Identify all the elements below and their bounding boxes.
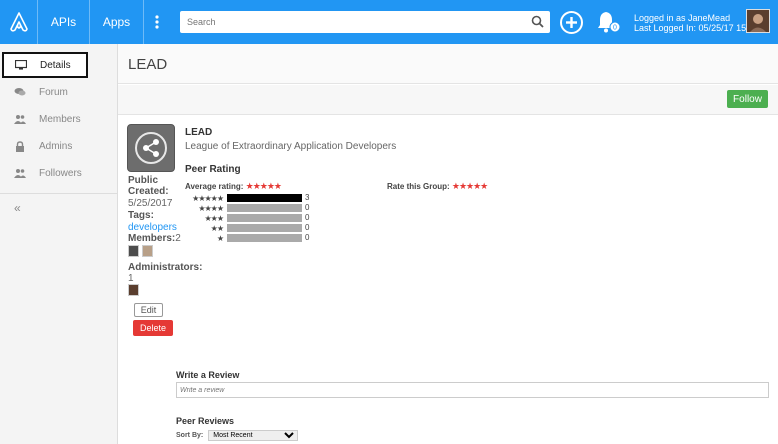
rate-group: Rate this Group: ★★★★★ <box>387 181 488 192</box>
page-header: LEAD <box>118 44 778 84</box>
rating-stars: ★ <box>216 233 224 243</box>
rating-count: 0 <box>305 233 310 242</box>
rating-count: 0 <box>305 203 310 212</box>
members-label: Members:2 <box>128 233 181 244</box>
rating-bar-fill <box>227 194 302 202</box>
last-logged-text: Last Logged In: 05/25/17 15:16 <box>634 23 759 33</box>
peer-reviews-title: Peer Reviews <box>176 416 235 426</box>
average-rating-stars: ★★★★★ <box>245 181 282 191</box>
sidebar-item-members[interactable]: Members <box>0 106 118 132</box>
average-rating: Average rating: ★★★★★ <box>185 181 282 192</box>
rate-group-label: Rate this Group: <box>387 182 450 191</box>
tag-link[interactable]: developers <box>128 222 177 233</box>
nav-apps[interactable]: Apps <box>90 0 144 44</box>
action-bar: Follow <box>118 85 778 115</box>
rating-bar <box>227 204 302 212</box>
bell-icon[interactable]: 0 <box>596 10 622 37</box>
visibility-label: Public <box>128 175 159 186</box>
sidebar-item-label: Admins <box>39 140 73 152</box>
monitor-icon <box>15 60 27 70</box>
average-rating-label: Average rating: <box>185 182 244 191</box>
avatar[interactable] <box>142 245 153 257</box>
member-avatars <box>128 245 156 260</box>
rating-count: 0 <box>305 213 310 222</box>
rate-group-stars[interactable]: ★★★★★ <box>452 181 488 191</box>
nav-apis[interactable]: APIs <box>38 0 90 44</box>
rating-stars: ★★★★ <box>198 203 224 213</box>
created-label: Created: <box>128 186 169 197</box>
tags-label: Tags: <box>128 210 154 221</box>
rating-row-4: ★★★★ 0 <box>185 203 309 213</box>
group-share-icon <box>127 124 175 172</box>
sidebar-item-label: Details <box>40 59 71 71</box>
follow-button[interactable]: Follow <box>727 90 768 108</box>
rating-stars: ★★★ <box>204 213 224 223</box>
peer-rating-title: Peer Rating <box>185 164 241 175</box>
sidebar-item-followers[interactable]: Followers <box>0 160 118 186</box>
rating-row-2: ★★ 0 <box>185 223 310 233</box>
search-box <box>180 11 550 33</box>
sidebar-item-label: Followers <box>39 167 82 179</box>
users-icon <box>14 168 26 178</box>
notification-count: 0 <box>613 25 617 32</box>
sidebar-item-forum[interactable]: Forum <box>0 79 118 105</box>
created-value: 5/25/2017 <box>128 198 173 209</box>
search-input[interactable] <box>180 11 520 33</box>
group-full-name: League of Extraordinary Application Deve… <box>185 141 397 152</box>
page-title: LEAD <box>128 56 168 73</box>
lock-icon <box>14 140 26 152</box>
rating-count: 3 <box>305 193 310 202</box>
avatar[interactable] <box>746 9 770 33</box>
rating-row-5: ★★★★★ 3 <box>185 193 309 203</box>
users-icon <box>14 114 26 124</box>
sidebar: Details Forum Members Admins Followers « <box>0 44 118 444</box>
rating-stars: ★★★★★ <box>192 193 224 203</box>
sidebar-item-label: Members <box>39 113 81 125</box>
write-review-label: Write a Review <box>176 370 240 380</box>
top-navbar: APIs Apps 0 Logged in as JaneMead Last L… <box>0 0 778 44</box>
administrators-label: Administrators: <box>128 262 203 273</box>
rating-row-1: ★ 0 <box>185 233 310 243</box>
sort-by: Sort By: Most Recent <box>176 430 299 441</box>
sort-by-label: Sort By: <box>176 432 204 439</box>
more-vertical-icon[interactable] <box>144 0 170 44</box>
add-circle-icon[interactable] <box>559 10 584 38</box>
sidebar-divider <box>0 193 118 194</box>
rating-stars: ★★ <box>210 223 224 233</box>
sidebar-item-label: Forum <box>39 86 68 98</box>
search-icon[interactable] <box>531 15 544 31</box>
edit-button[interactable]: Edit <box>134 303 163 317</box>
app-logo-icon[interactable] <box>0 0 38 44</box>
rating-count: 0 <box>305 223 310 232</box>
delete-button[interactable]: Delete <box>133 320 173 336</box>
rating-bar <box>227 224 302 232</box>
user-info: Logged in as JaneMead Last Logged In: 05… <box>634 13 759 33</box>
administrators-count: 1 <box>128 273 134 284</box>
avatar[interactable] <box>128 245 139 257</box>
rating-bar <box>227 234 302 242</box>
sidebar-item-details[interactable]: Details <box>2 52 88 78</box>
logged-in-text: Logged in as JaneMead <box>634 13 731 23</box>
collapse-sidebar-icon[interactable]: « <box>14 201 21 215</box>
chat-icon <box>14 87 26 97</box>
rating-row-3: ★★★ 0 <box>185 213 309 223</box>
rating-bar <box>227 214 302 222</box>
avatar[interactable] <box>128 284 139 296</box>
admin-avatars <box>128 284 142 299</box>
sidebar-item-admins[interactable]: Admins <box>0 133 118 159</box>
review-input[interactable] <box>176 382 769 398</box>
rating-bar <box>227 194 302 202</box>
sort-select[interactable]: Most Recent <box>208 430 299 441</box>
group-name: LEAD <box>185 127 213 138</box>
